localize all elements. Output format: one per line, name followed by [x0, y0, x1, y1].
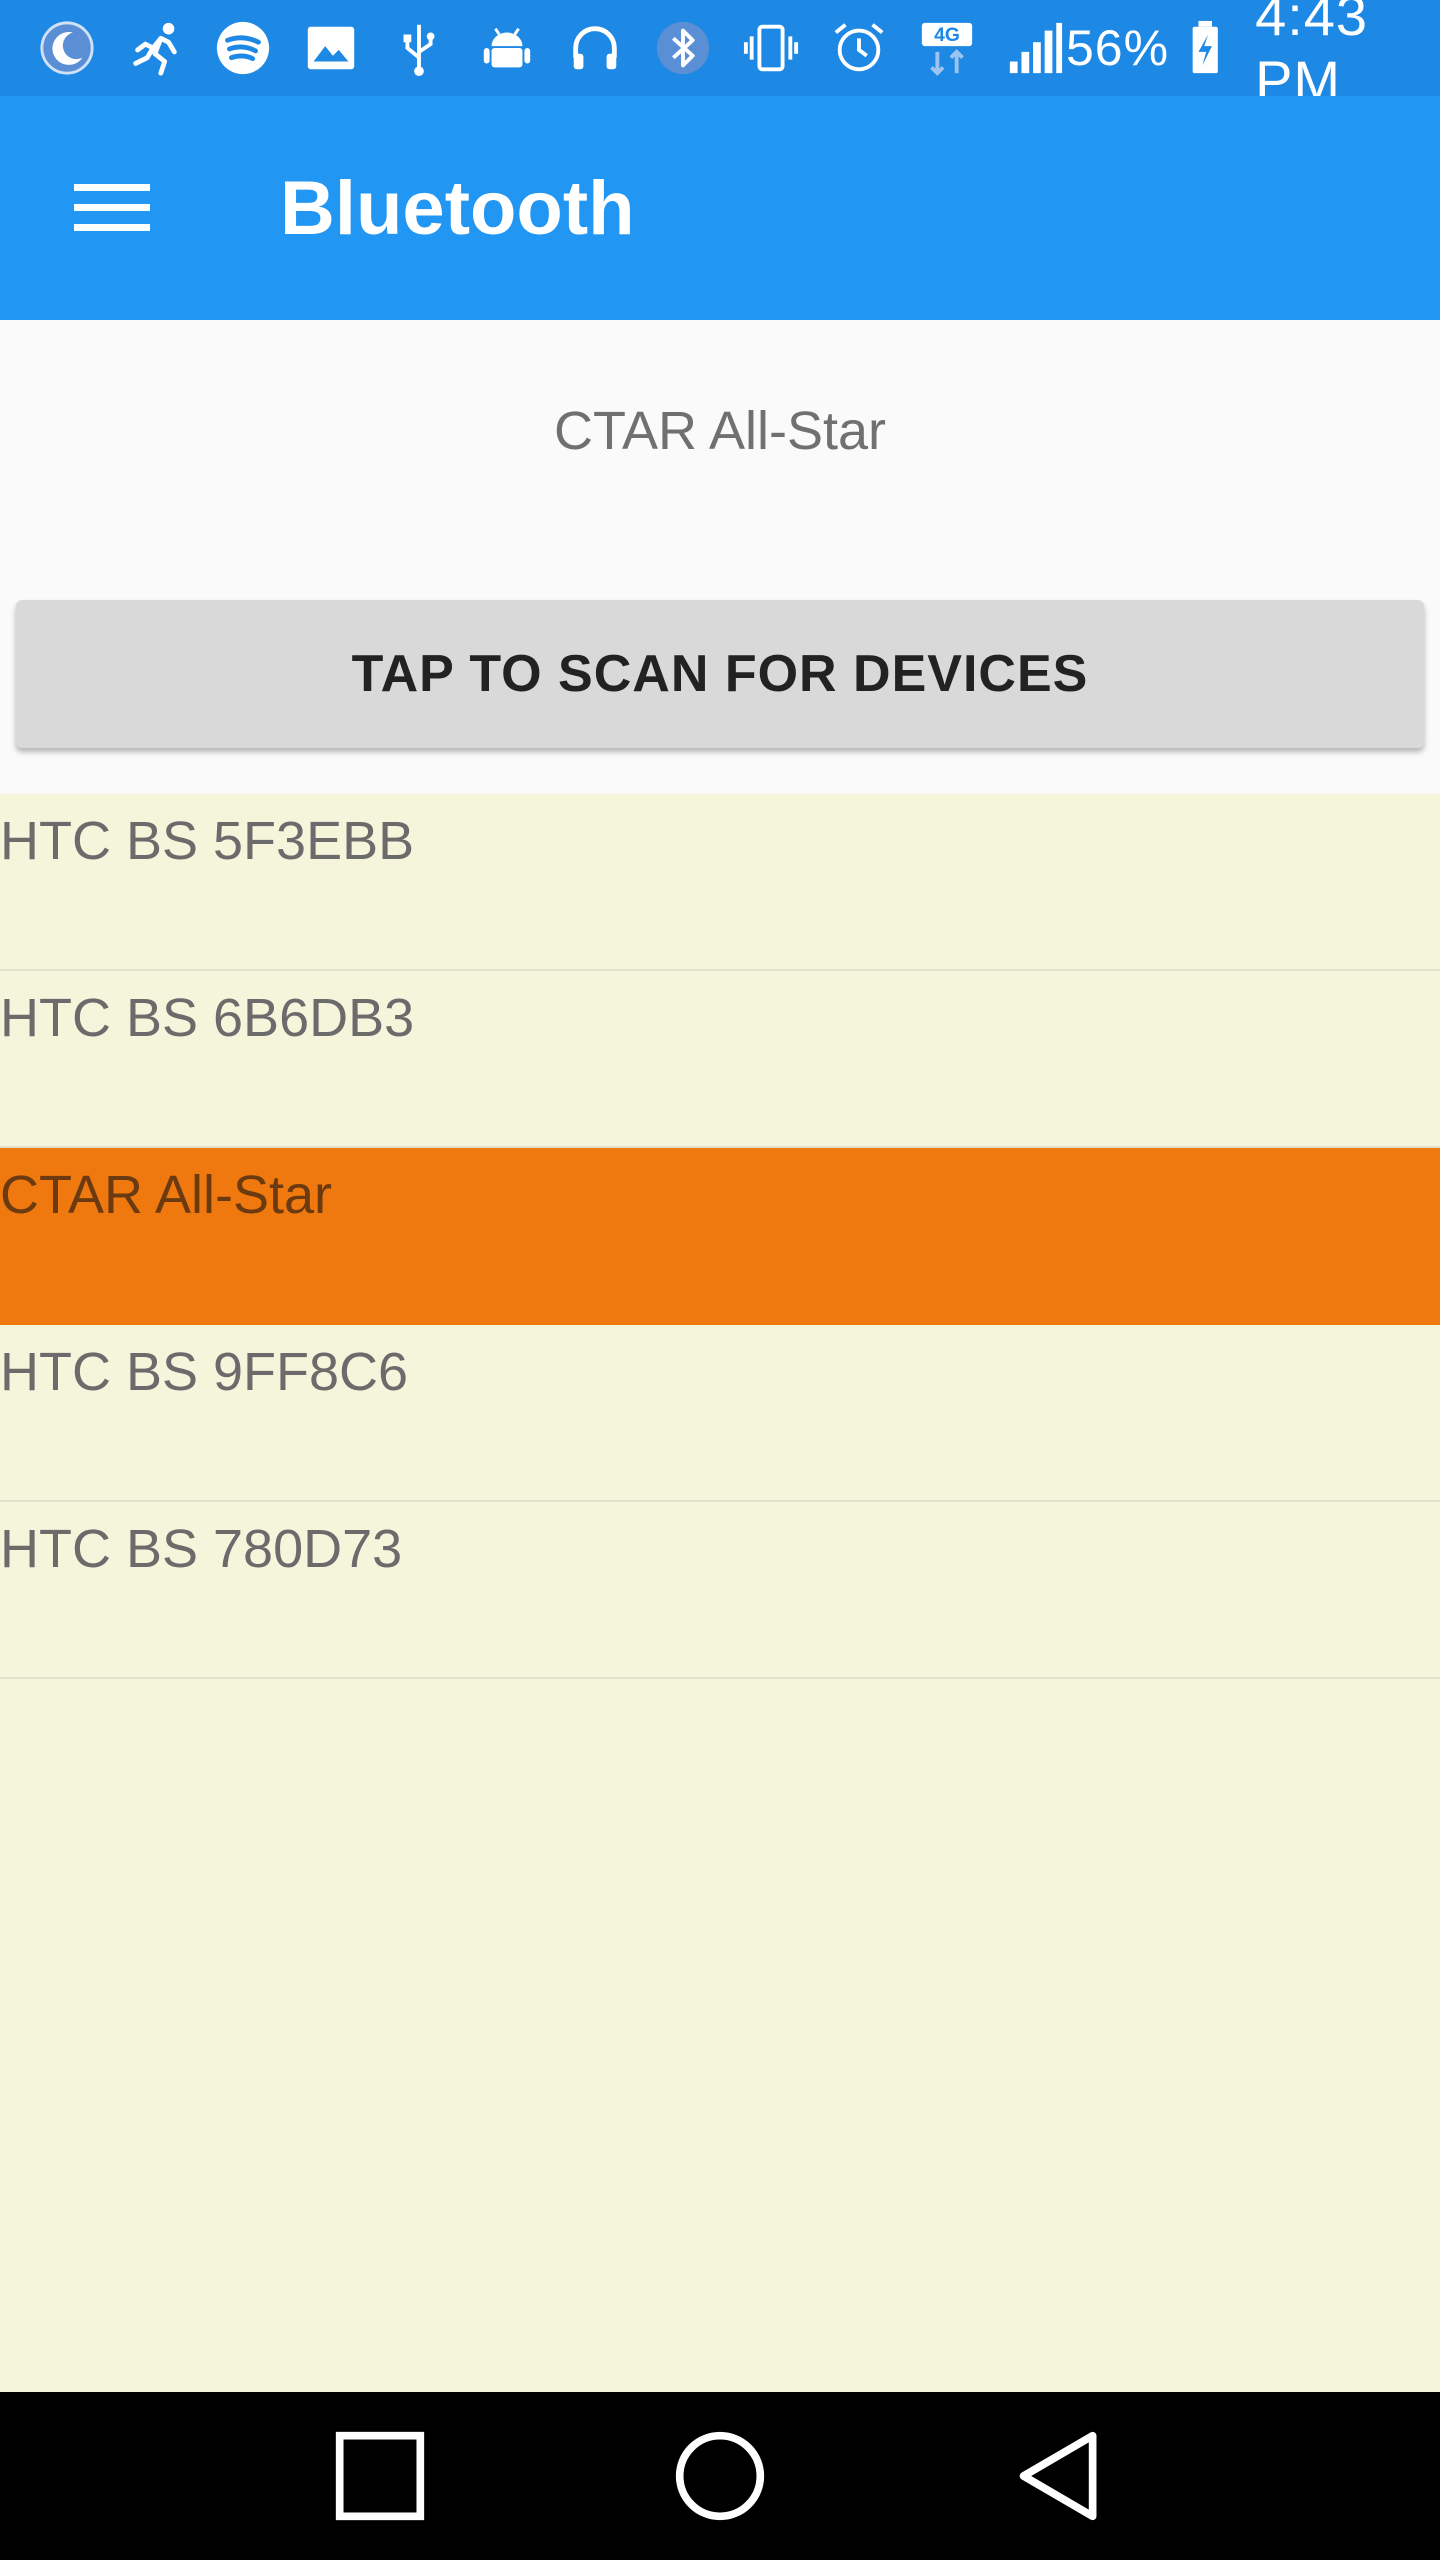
recents-square-icon[interactable] — [320, 2416, 440, 2536]
device-list-item[interactable]: HTC BS 9FF8C6 — [0, 1325, 1440, 1502]
back-triangle-icon[interactable] — [1000, 2416, 1120, 2536]
vibrate-icon — [740, 17, 802, 79]
alarm-icon — [828, 17, 890, 79]
device-list-item[interactable]: HTC BS 6B6DB3 — [0, 971, 1440, 1148]
network-4g-icon: 4G — [916, 17, 978, 79]
running-icon — [124, 17, 186, 79]
device-list-item-selected[interactable]: CTAR All-Star — [0, 1148, 1440, 1325]
device-list: HTC BS 5F3EBB HTC BS 6B6DB3 CTAR All-Sta… — [0, 794, 1440, 2392]
svg-text:4G: 4G — [934, 25, 960, 46]
connected-device-label: CTAR All-Star — [553, 401, 887, 461]
device-list-item[interactable]: HTC BS 5F3EBB — [0, 794, 1440, 971]
moon-icon — [36, 17, 98, 79]
image-icon — [300, 17, 362, 79]
headphones-icon — [564, 17, 626, 79]
android-icon — [476, 17, 538, 79]
page-title: Bluetooth — [280, 165, 635, 251]
usb-icon — [388, 17, 450, 79]
navigation-bar — [0, 2392, 1440, 2560]
battery-percentage: 56% — [1066, 20, 1170, 76]
bluetooth-icon — [652, 17, 714, 79]
status-icons: 4G — [36, 17, 1066, 79]
scan-devices-button[interactable]: TAP TO SCAN FOR DEVICES — [16, 600, 1424, 748]
hamburger-menu-icon[interactable] — [52, 148, 172, 268]
signal-icon — [1004, 17, 1066, 79]
connection-header: CTAR All-Star TAP TO SCAN FOR DEVICES — [0, 320, 1440, 794]
device-list-item[interactable]: HTC BS 780D73 — [0, 1502, 1440, 1679]
app-bar: Bluetooth — [0, 96, 1440, 320]
spotify-icon — [212, 17, 274, 79]
home-circle-icon[interactable] — [660, 2416, 780, 2536]
battery-charging-icon — [1183, 17, 1241, 79]
status-bar: 4G 56% 4:43 PM — [0, 0, 1440, 112]
